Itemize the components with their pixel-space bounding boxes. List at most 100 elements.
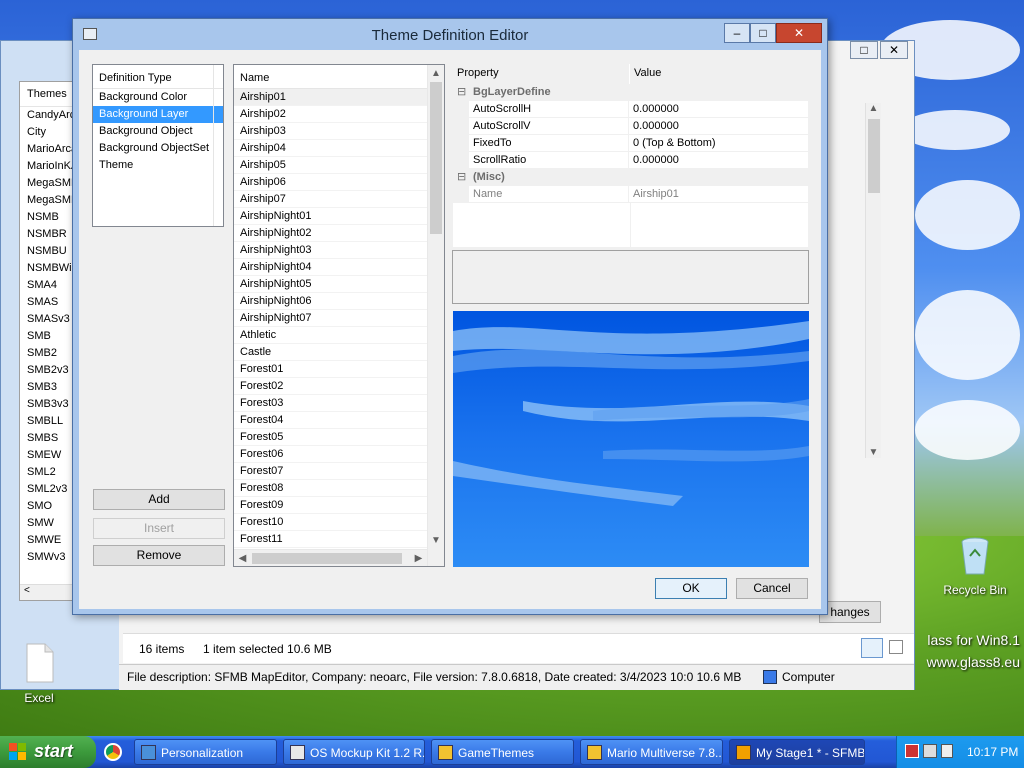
name-list-vscroll[interactable]: ▲ ▼: [427, 65, 444, 566]
category-misc[interactable]: ⊟ (Misc): [453, 169, 808, 186]
theme-list-item[interactable]: NSMBR: [20, 226, 78, 243]
theme-list-item[interactable]: NSMBU: [20, 243, 78, 260]
property-grid[interactable]: Property Value ⊟ BgLayerDefine AutoScrol…: [452, 63, 809, 249]
name-list-item[interactable]: Airship06: [234, 174, 444, 191]
definition-type-item[interactable]: Background Object: [93, 123, 223, 140]
theme-list-item[interactable]: SMWE: [20, 532, 78, 549]
name-list-item[interactable]: Airship02: [234, 106, 444, 123]
clock[interactable]: 10:17 PM: [967, 745, 1018, 759]
theme-list-item[interactable]: SMWv3: [20, 549, 78, 566]
theme-list-item[interactable]: SMAS: [20, 294, 78, 311]
name-list-item[interactable]: Forest10: [234, 514, 444, 531]
insert-button[interactable]: Insert: [93, 518, 225, 539]
category-bglayerdefine[interactable]: ⊟ BgLayerDefine: [453, 84, 808, 101]
scroll-up-icon[interactable]: ▲: [866, 103, 881, 119]
theme-list-item[interactable]: SMB2: [20, 345, 78, 362]
name-list-item[interactable]: Forest09: [234, 497, 444, 514]
theme-list-item[interactable]: SMB3v3: [20, 396, 78, 413]
taskbar-button[interactable]: GameThemes: [431, 739, 574, 765]
theme-list-item[interactable]: NSMB: [20, 209, 78, 226]
explorer-close-button[interactable]: ✕: [880, 41, 908, 59]
scroll-down-icon[interactable]: ▼: [866, 447, 881, 458]
theme-list-item[interactable]: SML2v3: [20, 481, 78, 498]
collapse-icon[interactable]: ⊟: [457, 85, 466, 98]
theme-list-item[interactable]: MarioInKA: [20, 158, 78, 175]
taskbar-button[interactable]: Mario Multiverse 7.8...: [580, 739, 723, 765]
name-list-item[interactable]: AirshipNight06: [234, 293, 444, 310]
name-list-item[interactable]: Airship04: [234, 140, 444, 157]
name-list-item[interactable]: AirshipNight04: [234, 259, 444, 276]
definition-type-item[interactable]: Theme: [93, 157, 223, 174]
property-value[interactable]: 0.000000: [629, 118, 808, 134]
theme-list-item[interactable]: SMB: [20, 328, 78, 345]
name-list-item[interactable]: Forest03: [234, 395, 444, 412]
taskbar-button[interactable]: My Stage1 * - SFMB...: [729, 739, 865, 765]
start-button[interactable]: start: [0, 736, 96, 768]
scroll-thumb[interactable]: [430, 82, 442, 234]
name-list-item[interactable]: Forest07: [234, 463, 444, 480]
theme-list-item[interactable]: CandyArc: [20, 107, 78, 124]
theme-list-item[interactable]: SMB3: [20, 379, 78, 396]
theme-list-item[interactable]: SMA4: [20, 277, 78, 294]
property-value[interactable]: Airship01: [629, 186, 808, 202]
name-list-item[interactable]: Airship07: [234, 191, 444, 208]
apply-changes-button[interactable]: hanges: [819, 601, 881, 623]
recycle-bin-desktop-icon[interactable]: Recycle Bin: [940, 534, 1010, 597]
name-list-item[interactable]: Airship05: [234, 157, 444, 174]
theme-list-item[interactable]: SMBS: [20, 430, 78, 447]
theme-list-item[interactable]: SMO: [20, 498, 78, 515]
theme-list-item[interactable]: MegaSMM: [20, 192, 78, 209]
name-list-item[interactable]: Athletic: [234, 327, 444, 344]
name-list-item[interactable]: Forest08: [234, 480, 444, 497]
preview-view-icon[interactable]: [889, 640, 903, 654]
cancel-button[interactable]: Cancel: [736, 578, 808, 599]
theme-list-item[interactable]: SMB2v3: [20, 362, 78, 379]
theme-list-item[interactable]: MarioArca: [20, 141, 78, 158]
dialog-titlebar[interactable]: Theme Definition Editor – □ ✕: [73, 19, 827, 49]
name-list-item[interactable]: AirshipNight05: [234, 276, 444, 293]
property-row[interactable]: AutoScrollV 0.000000: [453, 118, 808, 135]
theme-list-item[interactable]: SML2: [20, 464, 78, 481]
definition-type-item[interactable]: Background Layer: [93, 106, 223, 123]
name-list-item[interactable]: AirshipNight03: [234, 242, 444, 259]
maximize-button[interactable]: □: [750, 23, 776, 43]
name-list-item[interactable]: AirshipNight02: [234, 225, 444, 242]
theme-list-item[interactable]: SMEW: [20, 447, 78, 464]
property-value[interactable]: 0 (Top & Bottom): [629, 135, 808, 151]
name-list-item[interactable]: Forest06: [234, 446, 444, 463]
network-icon[interactable]: [923, 744, 937, 758]
taskbar-button[interactable]: Personalization: [134, 739, 277, 765]
hscroll-thumb[interactable]: [252, 553, 402, 564]
property-row[interactable]: Name Airship01: [453, 186, 808, 203]
background-vscroll[interactable]: ▲ ▼: [865, 103, 881, 458]
scroll-right-icon[interactable]: ▶: [410, 550, 427, 566]
ok-button[interactable]: OK: [655, 578, 727, 599]
name-list-item[interactable]: Forest04: [234, 412, 444, 429]
definition-type-item[interactable]: Background ObjectSet: [93, 140, 223, 157]
scroll-up-icon[interactable]: ▲: [428, 65, 444, 82]
property-row[interactable]: FixedTo 0 (Top & Bottom): [453, 135, 808, 152]
close-button[interactable]: ✕: [776, 23, 822, 43]
name-list[interactable]: Name Airship01 Airship02 Airship03 Airship0…: [233, 64, 445, 567]
scroll-left-icon[interactable]: ◀: [234, 550, 251, 566]
remove-button[interactable]: Remove: [93, 545, 225, 566]
theme-list-item[interactable]: MegaSMM: [20, 175, 78, 192]
name-list-item[interactable]: Forest01: [234, 361, 444, 378]
scroll-down-icon[interactable]: ▼: [428, 532, 444, 549]
collapse-icon[interactable]: ⊟: [457, 170, 466, 183]
name-list-item[interactable]: Forest05: [234, 429, 444, 446]
name-list-hscroll[interactable]: ◀ ▶: [234, 549, 427, 566]
themes-list[interactable]: Themes CandyArc City MarioArca MarioInKA Meg…: [19, 81, 79, 601]
theme-list-item[interactable]: SMW: [20, 515, 78, 532]
theme-list-item[interactable]: SMBLL: [20, 413, 78, 430]
property-value[interactable]: 0.000000: [629, 152, 808, 168]
scroll-thumb[interactable]: [868, 119, 880, 193]
definition-type-list[interactable]: Definition Type Background Color Backgrou…: [92, 64, 224, 227]
security-alert-icon[interactable]: [905, 744, 919, 758]
themes-hscroll[interactable]: <: [20, 584, 78, 600]
add-button[interactable]: Add: [93, 489, 225, 510]
property-value[interactable]: 0.000000: [629, 101, 808, 117]
chrome-quicklaunch-icon[interactable]: [104, 743, 122, 761]
name-list-item[interactable]: Airship03: [234, 123, 444, 140]
excel-desktop-icon[interactable]: Excel: [4, 642, 74, 705]
